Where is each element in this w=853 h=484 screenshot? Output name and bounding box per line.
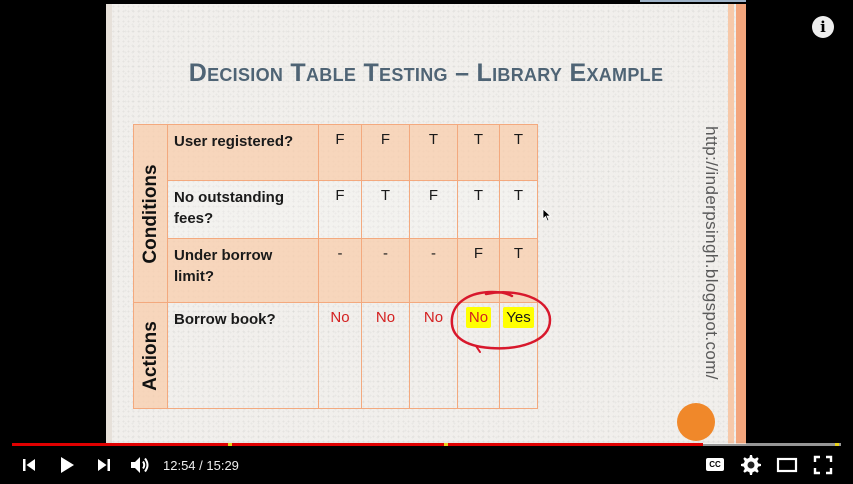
chapter-marker[interactable] <box>835 443 839 446</box>
time-display: 12:54 / 15:29 <box>163 458 239 473</box>
chapter-marker[interactable] <box>228 443 232 446</box>
table-cell: T <box>499 180 538 239</box>
theater-mode-icon[interactable] <box>776 456 798 474</box>
previous-icon[interactable] <box>20 456 38 474</box>
table-cell: - <box>361 238 410 303</box>
slide-title: Decision Table Testing – Library Example <box>188 59 664 87</box>
table-cell: T <box>409 124 458 181</box>
orange-dot-marker <box>677 403 715 441</box>
table-row: No outstanding fees? F T F T T <box>134 180 538 239</box>
info-icon[interactable]: i <box>812 16 834 38</box>
blog-url-watermark: http://inderpsingh.blogspot.com/ <box>702 126 721 380</box>
actions-group-cell: Actions <box>133 302 168 409</box>
video-frame-slide: Decision Table Testing – Library Example… <box>106 4 746 444</box>
video-player[interactable]: Decision Table Testing – Library Example… <box>0 0 853 484</box>
table-cell: F <box>318 124 362 181</box>
chapter-marker[interactable] <box>444 443 448 446</box>
table-cell: F <box>361 124 410 181</box>
table-cell: T <box>361 180 410 239</box>
conditions-group-cell: Conditions <box>133 124 168 303</box>
fullscreen-icon[interactable] <box>813 455 833 475</box>
settings-icon[interactable] <box>740 454 762 476</box>
action-label: Borrow book? <box>167 302 319 409</box>
play-icon[interactable] <box>57 455 77 475</box>
progress-played <box>12 443 703 446</box>
controls-gradient <box>0 440 853 484</box>
decision-table: Conditions User registered? F F T T T No… <box>133 124 538 409</box>
condition-label: User registered? <box>167 124 319 181</box>
table-row: Conditions User registered? F F T T T <box>133 124 538 303</box>
table-cell: T <box>457 180 500 239</box>
table-cell: F <box>318 180 362 239</box>
table-cell: - <box>318 238 362 303</box>
actions-group-label: Actions <box>139 320 161 391</box>
condition-label: Under borrow limit? <box>167 238 319 303</box>
table-cell: T <box>499 124 538 181</box>
mouse-pointer-icon <box>542 208 552 222</box>
table-cell: T <box>457 124 500 181</box>
next-icon[interactable] <box>95 456 113 474</box>
handdrawn-circle-annotation <box>450 290 552 353</box>
conditions-group-label: Conditions <box>139 163 161 264</box>
table-cell: F <box>409 180 458 239</box>
volume-icon[interactable] <box>129 454 151 476</box>
condition-label: No outstanding fees? <box>167 180 319 239</box>
table-cell: No <box>318 302 362 409</box>
captions-icon[interactable]: CC <box>706 458 724 471</box>
table-cell: No <box>361 302 410 409</box>
top-accent-strip <box>640 0 746 2</box>
